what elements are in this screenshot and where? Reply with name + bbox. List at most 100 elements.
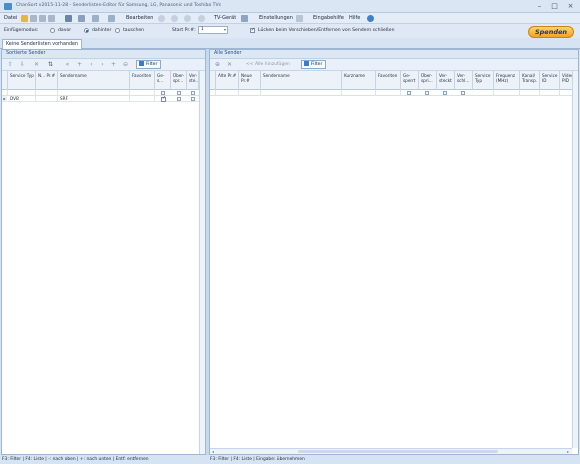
cell-service-typ[interactable]: DVB xyxy=(8,96,36,102)
move-down-icon[interactable]: ⇩ xyxy=(19,61,26,68)
radio-tauschen[interactable] xyxy=(115,28,120,33)
col-favoriten[interactable]: Favoriten xyxy=(130,71,155,90)
open-file-icon[interactable] xyxy=(21,15,28,22)
radio-davor[interactable] xyxy=(50,28,55,33)
row-checkbox-ueberspringen[interactable] xyxy=(177,97,181,101)
undo-icon[interactable] xyxy=(39,15,46,22)
filter-cell[interactable] xyxy=(376,90,401,96)
row-checkbox-gesperrt[interactable] xyxy=(161,95,166,102)
right-horizontal-scrollbar[interactable]: ◂ ▸ xyxy=(210,448,572,454)
left-filter-button[interactable]: Filter xyxy=(136,60,162,69)
start-nr-input[interactable]: 1 ▾ xyxy=(198,26,228,34)
col-kanal[interactable]: Kanal/ Transp. xyxy=(520,71,540,90)
filter-checkbox-ueberspringen[interactable] xyxy=(425,91,429,95)
right-vertical-scrollbar[interactable] xyxy=(572,71,578,448)
maximize-button[interactable]: □ xyxy=(549,1,560,11)
menu-tv-geraet[interactable]: TV-Gerät xyxy=(214,15,236,21)
skip-a-icon[interactable]: « xyxy=(64,61,71,68)
col-favoriten[interactable]: Favoriten xyxy=(376,71,401,90)
sort-icon[interactable]: ⇅ xyxy=(47,61,54,68)
filter-cell[interactable] xyxy=(216,90,239,96)
col-verschluesselt[interactable]: Ver-schl... xyxy=(455,71,473,90)
cell-sendername[interactable]: SRF xyxy=(58,96,130,102)
scroll-right-icon[interactable]: ▸ xyxy=(565,449,571,455)
menu-hilfe[interactable]: Hilfe xyxy=(349,15,360,21)
col-versteckt[interactable]: Ver-steckt xyxy=(437,71,455,90)
col-versteckt[interactable]: Ver-ste... xyxy=(187,71,199,90)
menu-datei[interactable]: Datei xyxy=(4,15,17,21)
close-gap-checkbox[interactable] xyxy=(250,27,255,33)
scroll-left-icon[interactable]: ◂ xyxy=(210,449,216,455)
tv-settings-icon[interactable] xyxy=(241,15,248,22)
scroll-thumb[interactable] xyxy=(298,450,498,453)
minimize-button[interactable]: – xyxy=(534,1,545,11)
right-grid-header: Alte Pr.# Neue Pr.# Sendername Kurzname … xyxy=(210,71,578,90)
filter-checkbox-ueberspringen[interactable] xyxy=(177,91,181,95)
left-vertical-scrollbar[interactable] xyxy=(199,71,205,454)
right-filter-button[interactable]: Filter xyxy=(301,60,327,69)
right-filter-row xyxy=(210,90,578,96)
tool-d-icon[interactable] xyxy=(198,15,205,22)
app-icon xyxy=(4,3,12,10)
col-service-typ[interactable]: Service Typ xyxy=(473,71,494,90)
redo-icon[interactable] xyxy=(48,15,55,22)
col-ueberspringen[interactable]: Über-spri... xyxy=(419,71,437,90)
col-frequenz[interactable]: Frequenz (MHz) xyxy=(494,71,520,90)
col-new-nr[interactable]: N... Pr.# xyxy=(36,71,58,90)
col-kurzname[interactable]: Kurzname xyxy=(342,71,376,90)
skip-c-icon[interactable]: ‹ xyxy=(88,61,95,68)
skip-e-icon[interactable]: + xyxy=(110,61,117,68)
filter-cell[interactable] xyxy=(540,90,560,96)
save-icon[interactable] xyxy=(65,15,72,22)
lock-icon[interactable]: ⊖ xyxy=(122,61,129,68)
col-service-id[interactable]: Service ID xyxy=(540,71,560,90)
move-up-icon[interactable]: ⇧ xyxy=(7,61,14,68)
donate-button[interactable]: Spenden xyxy=(528,26,574,38)
col-gesperrt[interactable]: Ge-sperrt xyxy=(401,71,419,90)
radio-dahinter[interactable] xyxy=(84,28,89,33)
export-icon[interactable] xyxy=(92,15,99,22)
filter-checkbox-versteckt[interactable] xyxy=(443,91,447,95)
reload-icon[interactable] xyxy=(30,15,37,22)
filter-cell[interactable] xyxy=(494,90,520,96)
remove-icon[interactable]: ✕ xyxy=(33,61,40,68)
filter-cell[interactable] xyxy=(520,90,540,96)
tool-b-icon[interactable] xyxy=(171,15,178,22)
all-channels-panel: Alle Sender ⊕ ✕ << Alle hinzufügen Filte… xyxy=(209,49,579,455)
add-icon[interactable]: ⊕ xyxy=(214,61,221,68)
cell-favoriten[interactable] xyxy=(130,96,155,102)
menu-einstellungen[interactable]: Einstellungen xyxy=(259,15,293,21)
col-service-typ[interactable]: Service Typ xyxy=(8,71,36,90)
skip-b-icon[interactable]: + xyxy=(76,61,83,68)
remove-icon[interactable]: ✕ xyxy=(226,61,233,68)
comment-icon[interactable] xyxy=(296,15,303,22)
col-sendername[interactable]: Sendername xyxy=(261,71,342,90)
tool-c-icon[interactable] xyxy=(184,15,191,22)
col-sendername[interactable]: Sendername xyxy=(58,71,130,90)
cell-new-nr[interactable] xyxy=(36,96,58,102)
print-icon[interactable] xyxy=(108,15,115,22)
filter-cell[interactable] xyxy=(342,90,376,96)
help-icon[interactable] xyxy=(367,15,374,22)
add-all-button[interactable]: << Alle hinzufügen xyxy=(243,61,293,69)
tool-a-icon[interactable] xyxy=(158,15,165,22)
skip-d-icon[interactable]: › xyxy=(99,61,106,68)
tab-no-lists[interactable]: Keine Senderlisten vorhanden xyxy=(2,39,82,49)
close-button[interactable]: × xyxy=(565,1,576,11)
filter-cell[interactable] xyxy=(261,90,342,96)
col-ueberspringen[interactable]: Über-spr... xyxy=(171,71,187,90)
col-neue-nr[interactable]: Neue Pr.# xyxy=(239,71,261,90)
table-row[interactable]: ▸ DVB SRF xyxy=(2,95,205,102)
sorted-channels-panel: Sortierte Sender ⇧ ⇩ ✕ ⇅ « + ‹ › + ⊖ Fil… xyxy=(1,49,206,455)
filter-checkbox-verschluesselt[interactable] xyxy=(461,91,465,95)
menu-bearbeiten[interactable]: Bearbeiten xyxy=(126,15,153,21)
filter-cell[interactable] xyxy=(473,90,494,96)
filter-checkbox-gesperrt[interactable] xyxy=(407,91,411,95)
filter-cell[interactable] xyxy=(239,90,261,96)
filter-checkbox-versteckt[interactable] xyxy=(191,91,195,95)
save-as-icon[interactable] xyxy=(78,15,85,22)
col-alte-nr[interactable]: Alte Pr.# xyxy=(216,71,239,90)
col-gesperrt[interactable]: Ge-s... xyxy=(155,71,171,90)
row-checkbox-versteckt[interactable] xyxy=(191,97,195,101)
menu-eingabehilfe[interactable]: Eingabehilfe xyxy=(313,15,344,21)
